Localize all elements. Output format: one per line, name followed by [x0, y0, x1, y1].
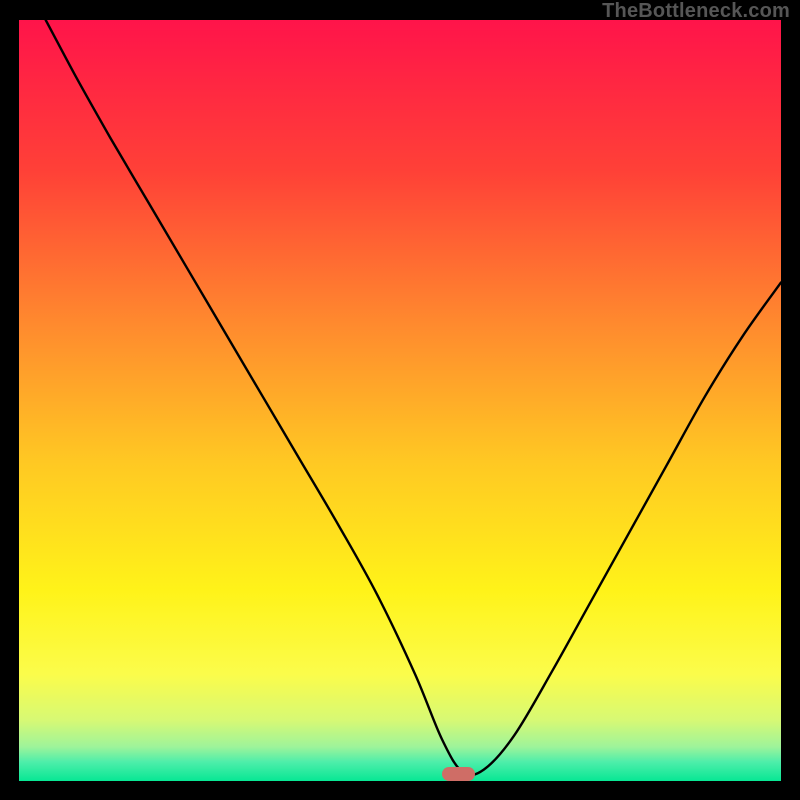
watermark: TheBottleneck.com [602, 0, 790, 23]
optimal-marker [442, 767, 475, 781]
plot-area [19, 20, 781, 781]
background-gradient [19, 20, 781, 781]
chart-stage: TheBottleneck.com [0, 0, 800, 800]
